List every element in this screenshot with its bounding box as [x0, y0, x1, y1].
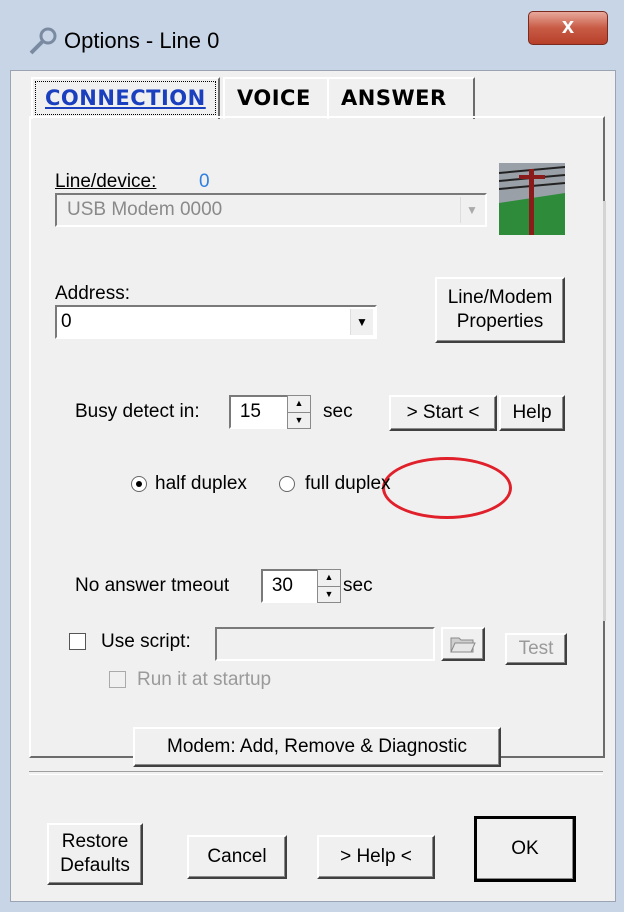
- telephone-pole-icon: [499, 163, 565, 235]
- cancel-button[interactable]: Cancel: [187, 835, 287, 879]
- help-footer-button[interactable]: > Help <: [317, 835, 435, 879]
- line-modem-properties-button[interactable]: Line/Modem Properties: [435, 277, 565, 343]
- busy-detect-input[interactable]: 15: [229, 395, 289, 429]
- close-button[interactable]: x: [528, 11, 608, 45]
- dialog-client: CONNECTION VOICE ANSWER Line/device: 0 U…: [10, 70, 616, 902]
- chevron-down-icon[interactable]: ▼: [460, 197, 483, 223]
- spin-up-icon[interactable]: ▲: [318, 570, 340, 587]
- tab-connection[interactable]: CONNECTION: [31, 77, 220, 119]
- footer-separator: [29, 771, 603, 775]
- run-at-startup-label[interactable]: Run it at startup: [137, 669, 271, 691]
- no-answer-spinner[interactable]: ▲ ▼: [317, 569, 341, 603]
- folder-open-icon: [450, 637, 476, 653]
- address-dropdown[interactable]: 0 ▼: [55, 305, 377, 339]
- window-title: Options - Line 0: [64, 28, 220, 53]
- half-duplex-label[interactable]: half duplex: [155, 473, 247, 495]
- no-answer-value: 30: [271, 575, 293, 596]
- full-duplex-label[interactable]: full duplex: [305, 473, 391, 495]
- busy-detect-label: Busy detect in:: [75, 401, 200, 422]
- address-value: 0: [61, 311, 72, 332]
- radio-dot: [136, 481, 142, 487]
- busy-detect-value: 15: [239, 401, 261, 422]
- spin-up-icon[interactable]: ▲: [288, 396, 310, 413]
- line-device-number: 0: [199, 171, 210, 192]
- line-device-value: USB Modem 0000: [67, 199, 223, 220]
- ok-button[interactable]: OK: [474, 816, 576, 882]
- help-button[interactable]: Help: [499, 395, 565, 431]
- no-answer-input[interactable]: 30: [261, 569, 319, 603]
- tab-answer[interactable]: ANSWER: [327, 77, 475, 119]
- busy-detect-unit: sec: [323, 401, 353, 422]
- title-bar[interactable]: Options - Line 0 x: [0, 0, 624, 70]
- panel-divider: [603, 201, 606, 621]
- no-answer-label: No answer tmeout: [75, 575, 230, 596]
- line-device-label: Line/device:: [55, 171, 157, 192]
- chevron-down-icon[interactable]: ▼: [350, 309, 373, 335]
- options-window: Options - Line 0 x CONNECTION VOICE ANSW…: [0, 0, 624, 912]
- full-duplex-radio[interactable]: [279, 476, 295, 492]
- open-folder-button[interactable]: [441, 627, 485, 661]
- restore-defaults-button[interactable]: Restore Defaults: [47, 823, 143, 885]
- line-device-dropdown[interactable]: USB Modem 0000 ▼: [55, 193, 487, 227]
- script-path-input[interactable]: [215, 627, 435, 661]
- spin-down-icon[interactable]: ▼: [288, 413, 310, 429]
- busy-detect-spinner[interactable]: ▲ ▼: [287, 395, 311, 429]
- spin-down-icon[interactable]: ▼: [318, 587, 340, 603]
- modem-add-remove-diagnostic-button[interactable]: Modem: Add, Remove & Diagnostic: [133, 727, 501, 767]
- use-script-checkbox[interactable]: [69, 633, 86, 650]
- start-button[interactable]: > Start <: [389, 395, 497, 431]
- address-label: Address:: [55, 283, 130, 304]
- close-icon: x: [561, 13, 575, 38]
- no-answer-unit: sec: [343, 575, 373, 596]
- use-script-label[interactable]: Use script:: [101, 631, 191, 653]
- wrench-icon: [29, 27, 57, 55]
- run-at-startup-checkbox[interactable]: [109, 671, 126, 688]
- test-button[interactable]: Test: [505, 633, 567, 665]
- tab-voice[interactable]: VOICE: [223, 77, 342, 119]
- half-duplex-radio[interactable]: [131, 476, 147, 492]
